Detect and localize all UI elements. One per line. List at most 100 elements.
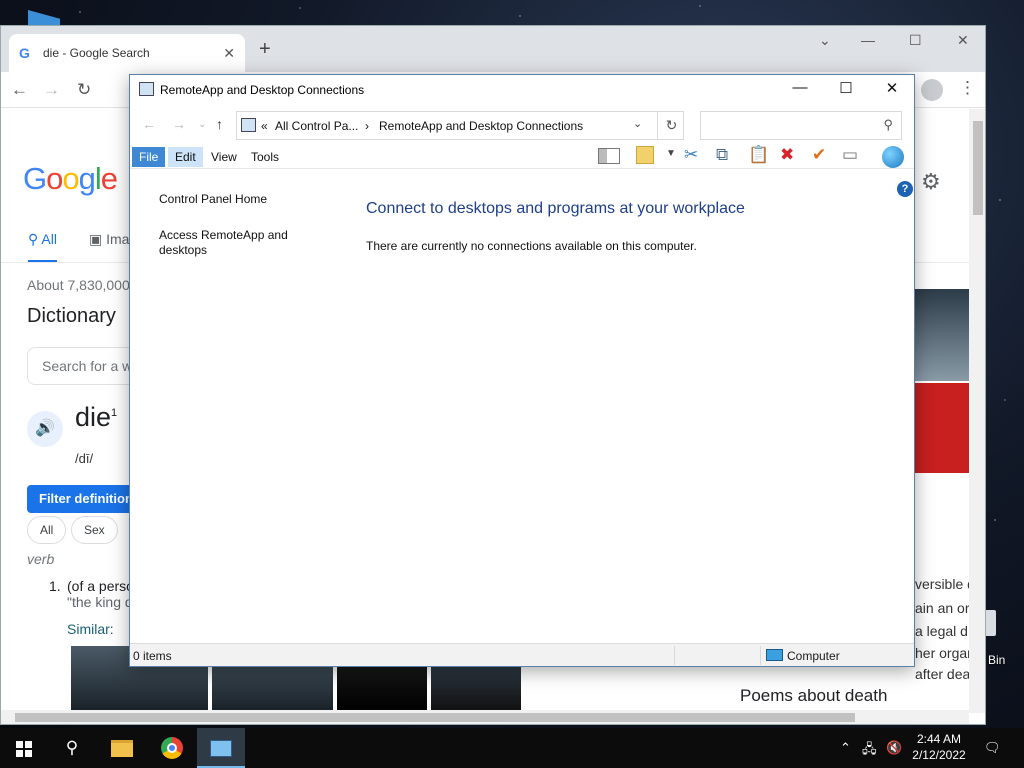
chrome-close-button[interactable]: ✕ <box>957 32 969 49</box>
start-button[interactable] <box>0 728 48 768</box>
address-dropdown-icon[interactable]: ⌄ <box>633 117 642 130</box>
minimize-button[interactable]: — <box>780 79 820 96</box>
address-row: ← → ⌄ ↑ « All Control Pa... › RemoteApp … <box>130 105 914 145</box>
checkmark-icon[interactable]: ✔ <box>812 145 826 165</box>
menu-file[interactable]: File <box>132 147 166 167</box>
status-divider <box>760 646 761 665</box>
access-remoteapp-link-line2[interactable]: desktops <box>159 243 207 257</box>
taskbar: ⚲ ⌃ 🖧 🔇 2:44 AM 2/12/2022 🗨 <box>0 728 1024 768</box>
network-icon[interactable]: 🖧 <box>862 740 877 762</box>
no-connections-message: There are currently no connections avail… <box>366 239 697 253</box>
window-title: RemoteApp and Desktop Connections <box>160 83 365 97</box>
speaker-icon[interactable]: 🔊 <box>27 411 63 447</box>
window-title-bar: RemoteApp and Desktop Connections — ☐ ✕ <box>130 75 914 105</box>
tab-search-icon[interactable]: ⌄ <box>819 32 831 49</box>
show-hidden-icons-chevron-icon[interactable]: ⌃ <box>840 740 851 756</box>
side-snippet: a legal d <box>915 623 968 639</box>
result-stats: About 7,830,000 <box>27 277 130 293</box>
search-icon[interactable]: ⚲ <box>883 117 893 133</box>
maximize-button[interactable]: ☐ <box>826 79 866 97</box>
remote-desktop-icon <box>210 740 232 757</box>
settings-gear-icon[interactable]: ⚙ <box>921 169 941 195</box>
status-item-count: 0 items <box>133 649 172 663</box>
breadcrumb-parent[interactable]: All Control Pa... <box>275 119 358 133</box>
access-remoteapp-link[interactable]: Access RemoteApp and <box>159 228 288 242</box>
definition-number: 1. <box>49 578 61 594</box>
control-panel-home-link[interactable]: Control Panel Home <box>159 192 267 206</box>
horizontal-scroll-thumb[interactable] <box>15 713 855 722</box>
dictionary-word: die1 <box>75 402 118 432</box>
forward-arrow-icon[interactable]: → <box>43 80 60 100</box>
properties-dropdown-icon[interactable]: ▼ <box>666 148 676 159</box>
paste-icon[interactable]: 📋 <box>748 145 769 165</box>
search-control-panel-input[interactable]: ⚲ <box>700 111 902 140</box>
search-button[interactable]: ⚲ <box>48 728 96 768</box>
help-icon[interactable]: ? <box>897 181 913 197</box>
google-logo[interactable]: Google <box>23 161 118 197</box>
poems-heading: Poems about death <box>740 686 888 705</box>
address-bar[interactable]: « All Control Pa... › RemoteApp and Desk… <box>236 111 684 140</box>
cut-icon[interactable]: ✂ <box>684 145 698 165</box>
chrome-minimize-button[interactable]: — <box>861 32 875 48</box>
properties-folder-icon[interactable] <box>636 146 654 164</box>
tab-close-icon[interactable]: ✕ <box>223 45 235 62</box>
notifications-icon[interactable]: 🗨 <box>984 740 1001 756</box>
control-panel-icon <box>139 82 154 96</box>
breadcrumb-separator-icon[interactable]: › <box>365 119 369 133</box>
menu-edit[interactable]: Edit <box>168 147 203 167</box>
back-arrow-icon[interactable]: ← <box>11 80 28 100</box>
phonetic-spelling: /dī/ <box>75 451 94 466</box>
browser-tab[interactable]: G die - Google Search ✕ <box>9 34 245 72</box>
chip-all[interactable]: All <box>27 516 67 544</box>
preview-pane-icon[interactable] <box>598 148 620 164</box>
knowledge-panel-image[interactable] <box>915 289 969 381</box>
similar-label: Similar: <box>67 621 114 637</box>
breadcrumb-current[interactable]: RemoteApp and Desktop Connections <box>379 119 583 133</box>
menu-view[interactable]: View <box>204 147 244 167</box>
vertical-scroll-thumb[interactable] <box>973 121 983 215</box>
chip-sex[interactable]: Sex <box>71 516 118 544</box>
google-favicon-icon: G <box>19 45 30 61</box>
clock-date: 2/12/2022 <box>912 748 966 762</box>
knowledge-panel-image[interactable] <box>915 383 969 473</box>
reload-icon[interactable]: ↻ <box>77 80 91 100</box>
chrome-taskbar-button[interactable] <box>148 728 196 768</box>
control-panel-icon <box>241 118 256 132</box>
part-of-speech: verb <box>27 551 55 567</box>
definition-text: (of a perso <box>67 578 134 594</box>
more-menu-icon[interactable]: ⋮ <box>959 78 976 98</box>
side-snippet: versible d <box>915 576 969 592</box>
delete-icon[interactable]: ✖ <box>780 145 794 165</box>
chrome-maximize-button[interactable]: ☐ <box>909 32 922 49</box>
tab-title: die - Google Search <box>43 46 150 60</box>
chrome-tab-bar: G die - Google Search ✕ + ⌄ — ☐ ✕ <box>1 26 985 72</box>
side-snippet: after dea <box>915 666 969 682</box>
back-arrow-icon[interactable]: ← <box>142 116 156 132</box>
status-bar: 0 items Computer <box>130 643 914 666</box>
globe-icon[interactable] <box>882 146 904 168</box>
close-button[interactable]: ✕ <box>872 79 912 97</box>
side-snippet: ain an or <box>915 600 969 616</box>
menu-tools[interactable]: Tools <box>244 147 286 167</box>
control-panel-taskbar-button[interactable] <box>197 728 245 768</box>
tab-all[interactable]: ⚲ All <box>28 231 57 263</box>
rename-icon[interactable]: ▭ <box>842 145 858 165</box>
breadcrumb-prefix[interactable]: « <box>261 119 268 133</box>
clock-time: 2:44 AM <box>916 732 962 746</box>
new-tab-button[interactable]: + <box>259 38 271 61</box>
volume-muted-icon[interactable]: 🔇 <box>886 740 902 756</box>
copy-icon[interactable]: ⧉ <box>716 145 728 165</box>
up-arrow-icon[interactable]: ↑ <box>216 116 223 132</box>
definition-example: "the king d <box>67 594 133 610</box>
profile-avatar-icon[interactable] <box>921 79 943 101</box>
file-explorer-taskbar-button[interactable] <box>98 728 146 768</box>
control-panel-window: RemoteApp and Desktop Connections — ☐ ✕ … <box>129 74 915 667</box>
recent-locations-icon[interactable]: ⌄ <box>198 119 206 130</box>
computer-icon <box>766 649 783 661</box>
forward-arrow-icon[interactable]: → <box>172 116 186 132</box>
tab-images[interactable]: ▣ Ima <box>89 231 129 248</box>
side-snippet: her organ <box>915 645 969 661</box>
system-clock[interactable]: 2:44 AM 2/12/2022 <box>904 731 974 763</box>
recycle-bin-label: Bin <box>988 653 1006 667</box>
refresh-icon[interactable]: ↻ <box>657 112 685 139</box>
